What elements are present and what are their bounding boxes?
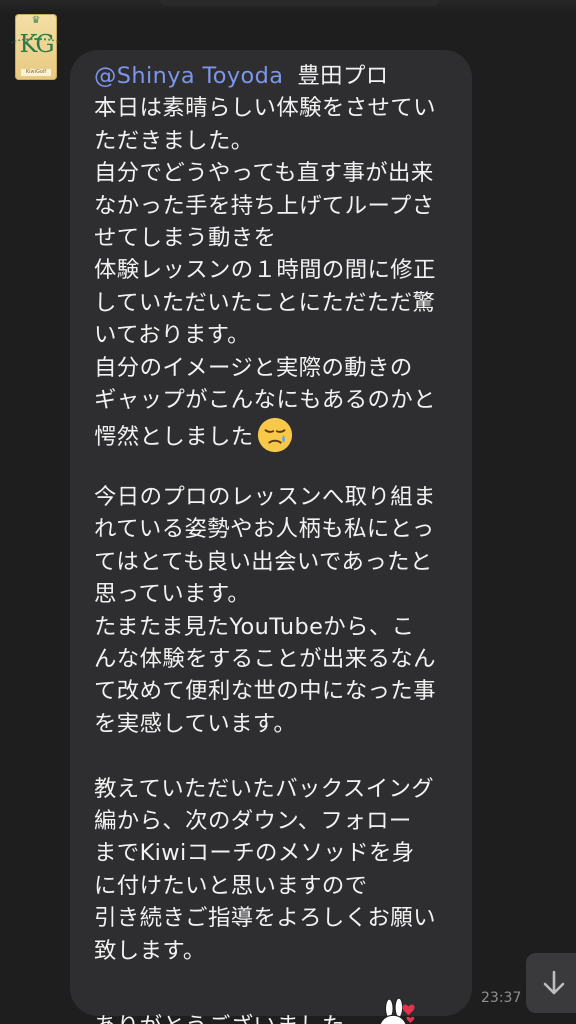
message-line: ただきました。 xyxy=(94,127,254,154)
message-line: ギャップがこんなにもあるのかと xyxy=(94,386,436,413)
scroll-to-bottom-button[interactable] xyxy=(526,953,576,1013)
message-line: を実感しています。 xyxy=(94,710,297,737)
message-text: @Shinya Toyoda 豊田プロ 本日は素晴らしい体験をさせてい ただきまし… xyxy=(94,60,466,1024)
message-line: 致します。 xyxy=(94,937,206,964)
message-line: たまたま見たYouTubeから、こ xyxy=(94,613,415,640)
message-line-text: 豊田プロ xyxy=(297,63,389,89)
message-line-text: ありがとうございました。 xyxy=(94,1013,368,1024)
message-line: 本日は素晴らしい体験をさせてい xyxy=(94,95,436,122)
message-line: までKiwiコーチのメソッドを身 xyxy=(94,840,415,867)
avatar-logo: KG xyxy=(19,30,54,58)
arrow-down-icon xyxy=(543,970,565,995)
message-line: ありがとうございました。 xyxy=(94,999,466,1024)
avatar-tag: KiwiGolf xyxy=(21,69,51,76)
message-line: 自分でどうやっても直す事が出来 xyxy=(94,160,434,187)
crown-icon: ♛ xyxy=(31,15,41,26)
message-line: 引き続きご指導をよろしくお願い xyxy=(94,905,436,932)
message-line: 自分のイメージと実際の動きの xyxy=(94,354,413,381)
message-line: 今日のプロのレッスンへ取り組ま xyxy=(94,484,436,511)
message-timestamp: 23:37 xyxy=(481,990,522,1006)
sender-avatar[interactable]: ♛ KG KiwiGolf xyxy=(11,14,61,80)
message-line: て改めて便利な世の中になった事 xyxy=(94,678,436,705)
sad-face-emoji-icon xyxy=(257,418,292,453)
message-line-text: 愕然としました xyxy=(94,424,254,451)
message-line: てはとても良い出会いであったと xyxy=(94,548,433,575)
bunny-sticker-icon xyxy=(379,999,415,1024)
message-line: @Shinya Toyoda 豊田プロ xyxy=(94,60,466,92)
message-line: いております。 xyxy=(94,322,250,349)
message-line: 愕然としました xyxy=(94,416,466,453)
message-line: 編から、次のダウン、フォロー xyxy=(94,807,412,834)
message-line: に付けたいと思いますので xyxy=(94,872,368,899)
message-line: 思っています。 xyxy=(94,581,251,608)
previous-message-edge xyxy=(160,0,440,6)
message-line: していただいたことにただただ驚 xyxy=(94,289,436,316)
message-line: 教えていただいたバックスイング xyxy=(94,775,435,802)
message-line: せてしまう動きを xyxy=(94,224,277,251)
message-line: んな体験をすることが出来るなん xyxy=(94,646,436,673)
message-line: れている姿勢やお人柄も私にとっ xyxy=(94,516,435,543)
message-line: なかった手を持ち上げてループさ xyxy=(94,192,435,219)
message-line: 体験レッスンの１時間の間に修正 xyxy=(94,257,436,284)
mention-link[interactable]: @Shinya Toyoda xyxy=(94,63,283,89)
chat-screen: ♛ KG KiwiGolf @Shinya Toyoda 豊田プロ 本日は素晴らし… xyxy=(0,0,576,1024)
